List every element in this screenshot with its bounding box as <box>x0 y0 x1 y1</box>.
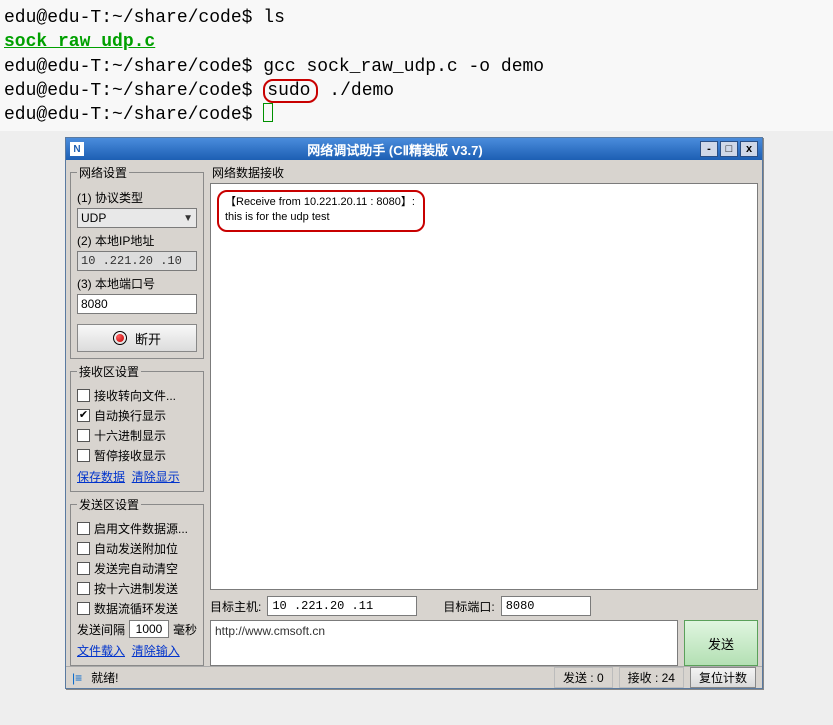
protocol-label: (1) 协议类型 <box>77 189 197 206</box>
prompt: edu@edu-T:~/share/code$ <box>4 105 252 125</box>
target-host-input[interactable] <box>267 596 417 616</box>
checkbox[interactable] <box>77 562 90 575</box>
target-port-input[interactable] <box>501 596 591 616</box>
recv-line-2: this is for the udp test <box>225 210 415 225</box>
maximize-button[interactable]: □ <box>720 141 738 157</box>
term-line-4: edu@edu-T:~/share/code$ sudo ./demo <box>4 79 829 103</box>
close-button[interactable]: x <box>740 141 758 157</box>
link-clear-input[interactable]: 清除输入 <box>132 644 180 658</box>
local-port-input[interactable] <box>77 294 197 314</box>
cmd-gcc: gcc sock_raw_udp.c -o demo <box>263 57 544 77</box>
statusbar: |≡ 就绪! 发送 : 0 接收 : 24 复位计数 <box>66 666 762 688</box>
cursor-icon <box>263 103 273 122</box>
recv-settings-legend: 接收区设置 <box>77 363 141 380</box>
recv-settings-group: 接收区设置 接收转向文件... ✔ 自动换行显示 十六进制显示 暂停接收显示 保存… <box>70 363 204 492</box>
prompt: edu@edu-T:~/share/code$ <box>4 8 252 28</box>
reset-count-button[interactable]: 复位计数 <box>690 667 756 688</box>
disconnect-button[interactable]: 断开 <box>77 324 197 352</box>
chevron-down-icon: ▼ <box>183 213 193 224</box>
file-name: sock_raw_udp.c <box>4 32 155 52</box>
recv-textarea[interactable]: 【Receive from 10.221.20.11 : 8080】: this… <box>210 183 758 590</box>
app-icon: N <box>70 142 84 156</box>
checkbox[interactable] <box>77 429 90 442</box>
term-line-2: sock_raw_udp.c <box>4 30 829 54</box>
opt-hex-send: 按十六进制发送 <box>94 580 178 597</box>
opt-auto-wrap: 自动换行显示 <box>94 407 166 424</box>
opt-loop-send: 数据流循环发送 <box>94 600 178 617</box>
recv-line-1: 【Receive from 10.221.20.11 : 8080】: <box>225 195 415 210</box>
link-save-data[interactable]: 保存数据 <box>77 470 125 484</box>
checkbox[interactable] <box>77 522 90 535</box>
send-settings-group: 发送区设置 启用文件数据源... 自动发送附加位 发送完自动清空 按十六进制发送… <box>70 496 204 666</box>
titlebar[interactable]: N 网络调试助手 (CⅡ精装版 V3.7) - □ x <box>66 138 762 160</box>
prompt: edu@edu-T:~/share/code$ <box>4 57 252 77</box>
opt-recv-to-file: 接收转向文件... <box>94 387 176 404</box>
checkbox[interactable] <box>77 389 90 402</box>
ready-icon: |≡ <box>72 671 82 685</box>
recv-highlight-box: 【Receive from 10.221.20.11 : 8080】: this… <box>217 190 425 232</box>
protocol-select[interactable]: UDP ▼ <box>77 208 197 228</box>
disconnect-label: 断开 <box>135 329 161 348</box>
opt-auto-suffix: 自动发送附加位 <box>94 540 178 557</box>
opt-pause-recv: 暂停接收显示 <box>94 447 166 464</box>
network-settings-legend: 网络设置 <box>77 164 129 181</box>
term-line-1: edu@edu-T:~/share/code$ ls <box>4 6 829 30</box>
recv-area-legend: 网络数据接收 <box>212 164 758 181</box>
terminal: edu@edu-T:~/share/code$ ls sock_raw_udp.… <box>0 0 833 131</box>
local-port-label: (3) 本地端口号 <box>77 275 197 292</box>
term-line-3: edu@edu-T:~/share/code$ gcc sock_raw_udp… <box>4 55 829 79</box>
app-window: N 网络调试助手 (CⅡ精装版 V3.7) - □ x 网络设置 (1) 协议类… <box>65 137 763 689</box>
send-text-value: http://www.cmsoft.cn <box>215 624 325 638</box>
cmd-run: ./demo <box>318 81 394 101</box>
checkbox[interactable] <box>77 602 90 615</box>
checkbox[interactable] <box>77 582 90 595</box>
status-sent: 发送 : 0 <box>554 667 613 688</box>
prompt: edu@edu-T:~/share/code$ <box>4 81 252 101</box>
interval-input[interactable] <box>129 620 169 638</box>
checkbox[interactable] <box>77 449 90 462</box>
link-clear-display[interactable]: 清除显示 <box>132 470 180 484</box>
status-recv: 接收 : 24 <box>619 667 684 688</box>
window-title: 网络调试助手 (CⅡ精装版 V3.7) <box>90 140 700 159</box>
send-button[interactable]: 发送 <box>684 620 758 666</box>
link-file-load[interactable]: 文件载入 <box>77 644 125 658</box>
send-textarea[interactable]: http://www.cmsoft.cn <box>210 620 678 666</box>
send-button-label: 发送 <box>708 634 734 653</box>
target-port-label: 目标端口: <box>443 598 494 615</box>
send-settings-legend: 发送区设置 <box>77 496 141 513</box>
minimize-button[interactable]: - <box>700 141 718 157</box>
opt-hex-display: 十六进制显示 <box>94 427 166 444</box>
protocol-value: UDP <box>81 211 106 225</box>
record-icon <box>113 331 127 345</box>
interval-unit: 毫秒 <box>173 621 197 638</box>
target-host-label: 目标主机: <box>210 598 261 615</box>
status-ready: 就绪! <box>91 669 118 686</box>
opt-file-source: 启用文件数据源... <box>94 520 188 537</box>
checkbox-checked[interactable]: ✔ <box>77 409 90 422</box>
cmd-ls: ls <box>263 8 285 28</box>
interval-label: 发送间隔 <box>77 621 125 638</box>
local-ip-label: (2) 本地IP地址 <box>77 232 197 249</box>
term-line-5: edu@edu-T:~/share/code$ <box>4 103 829 127</box>
local-ip-input[interactable] <box>77 251 197 271</box>
network-settings-group: 网络设置 (1) 协议类型 UDP ▼ (2) 本地IP地址 (3) 本地端口号… <box>70 164 204 359</box>
checkbox[interactable] <box>77 542 90 555</box>
opt-auto-clear: 发送完自动清空 <box>94 560 178 577</box>
sudo-highlight: sudo <box>263 79 318 103</box>
